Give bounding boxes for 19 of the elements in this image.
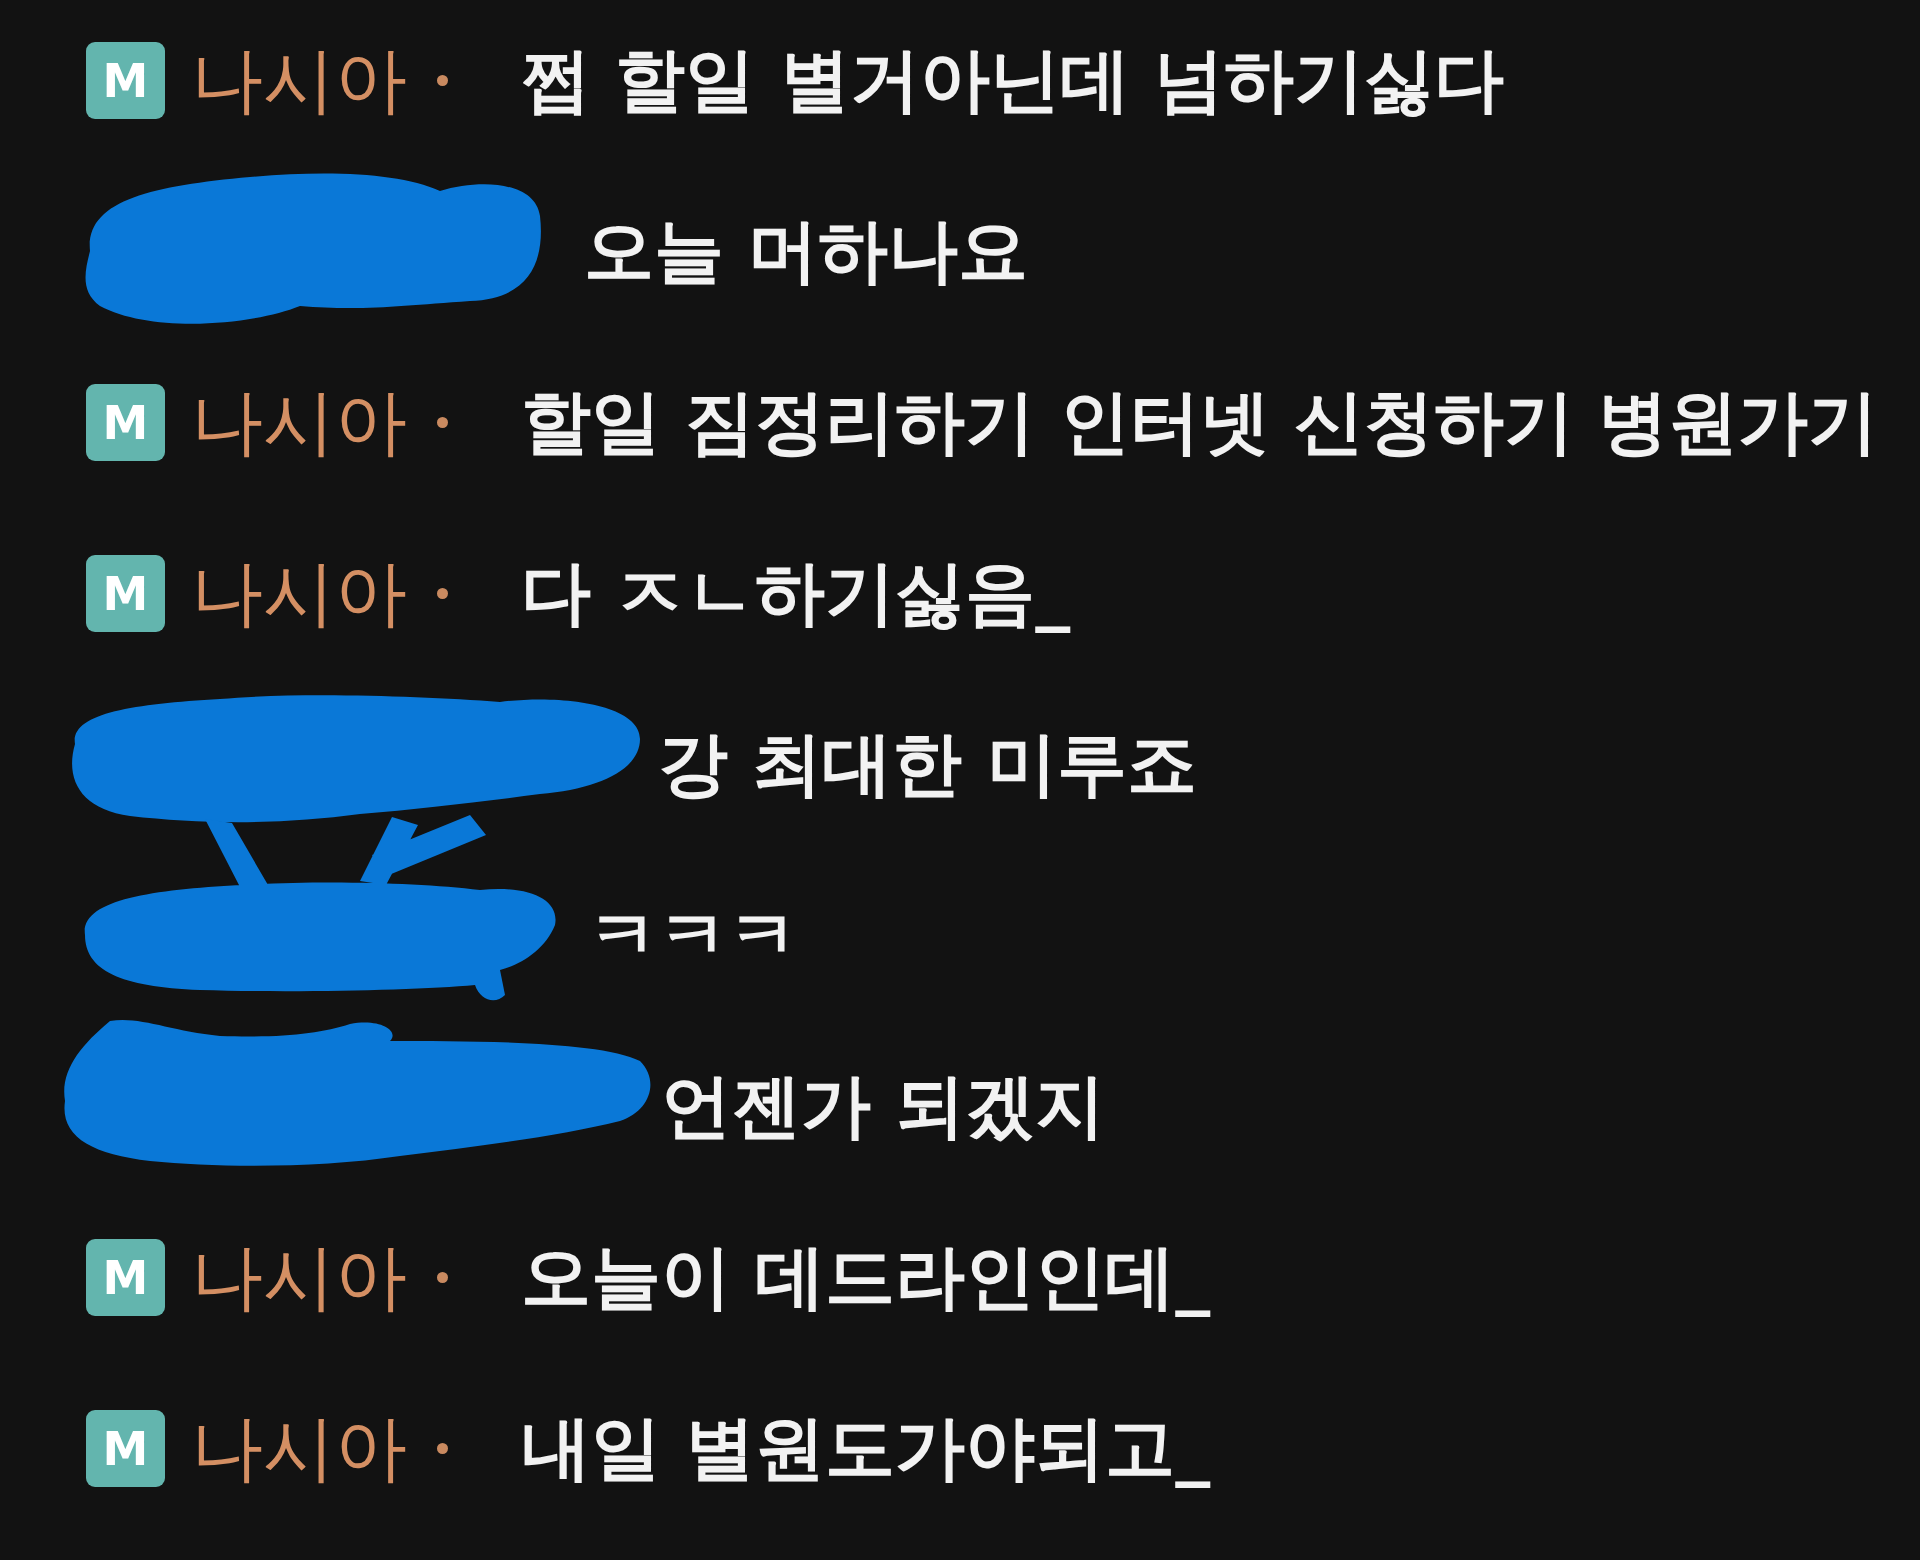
member-badge: M [86,1239,165,1316]
message-text: 강 최대한 미루죠 [658,722,1197,807]
message-text: 내일 별원도가야되고_ [521,1406,1211,1491]
message-text: 오늘 머하나요 [584,209,1029,294]
username[interactable]: 나시아 [191,546,407,641]
member-badge: M [86,42,165,119]
username[interactable]: 나시아 [191,33,407,128]
message-text: ㅋㅋㅋ [588,893,798,978]
username[interactable]: 나시아 [191,1230,407,1325]
member-badge: M [86,555,165,632]
member-badge: M [86,384,165,461]
member-badge: M [86,1410,165,1487]
message-text: 다 ㅈㄴ하기싫음_ [521,551,1071,636]
username[interactable]: 나시아 [191,1401,407,1496]
username[interactable]: 나시아 [191,375,407,470]
message-text: 할일 짐정리하기 인터넷 신청하기 병원가기 [521,380,1879,465]
message-text: 오늘이 데드라인인데_ [521,1235,1211,1320]
message-text: 언젠가 되겠지 [661,1064,1106,1149]
message-text: 쩝 할일 별거아닌데 넘하기싫다 [521,38,1505,123]
